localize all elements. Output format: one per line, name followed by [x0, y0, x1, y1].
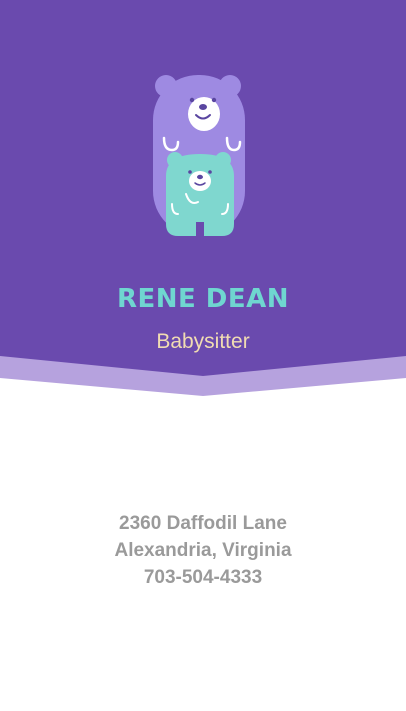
person-name: RENE DEAN [116, 284, 290, 314]
small-bear [166, 152, 234, 236]
job-title: Babysitter [156, 330, 250, 353]
contact-info: 2360 Daffodil Lane Alexandria, Virginia … [0, 510, 406, 591]
bear-pair-icon [153, 75, 245, 236]
address-line-2: Alexandria, Virginia [114, 540, 292, 561]
address-line-1: 2360 Daffodil Lane [119, 513, 287, 534]
business-card: RENE DEAN Babysitter 2360 Daffodil Lane … [0, 0, 406, 711]
phone-number: 703-504-4333 [143, 567, 263, 588]
